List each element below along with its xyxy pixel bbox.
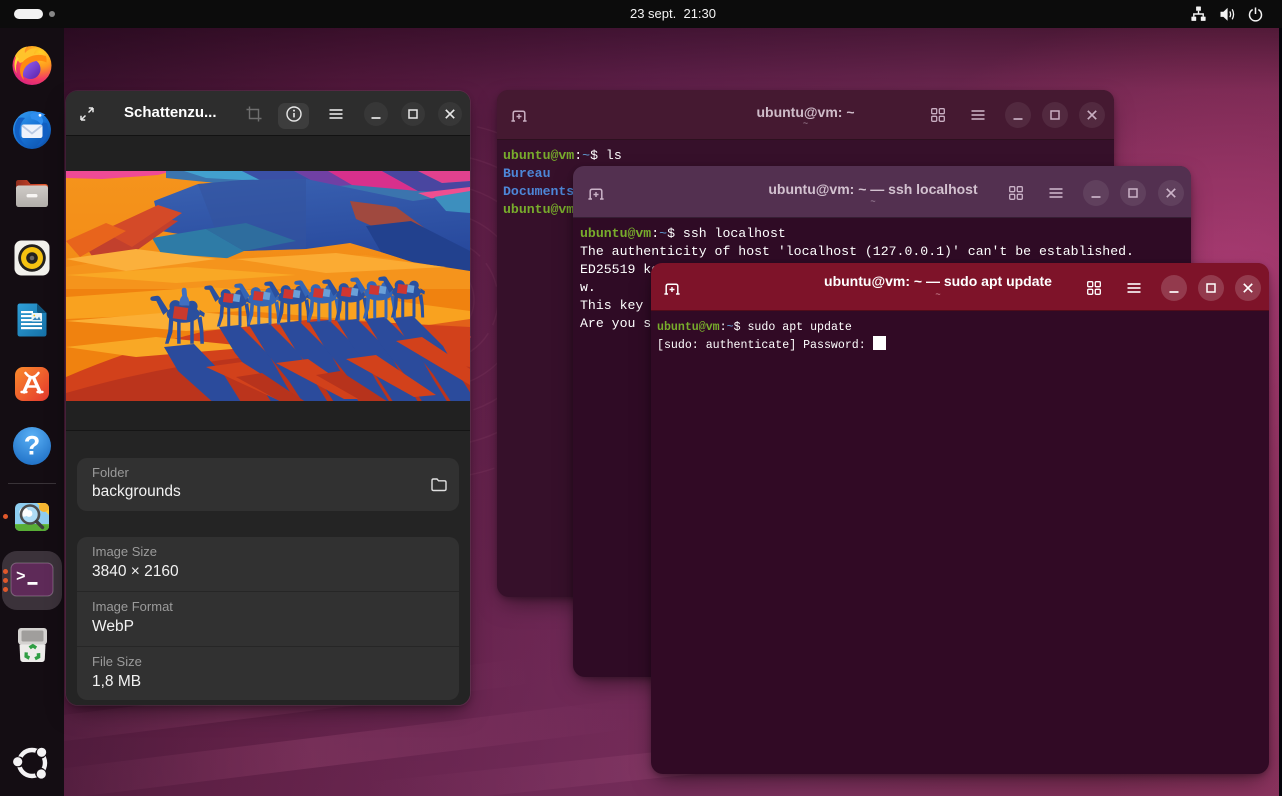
svg-text:?: ? <box>24 431 41 461</box>
svg-text:>: > <box>16 568 26 586</box>
